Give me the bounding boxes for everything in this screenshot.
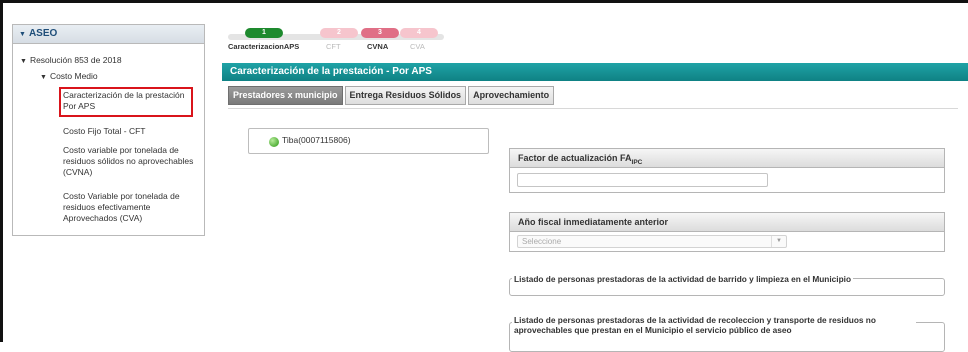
sidebar-item-cva[interactable]: Costo Variable por tonelada de residuos … [63,191,197,224]
step-label: CFT [326,42,341,51]
step-cvna[interactable]: 3 [361,28,399,38]
tab-aprovechamiento[interactable]: Aprovechamiento [468,86,555,105]
step-cft[interactable]: 2 [320,28,358,38]
step-label: CVA [410,42,425,51]
tab-entrega-residuos[interactable]: Entrega Residuos Sólidos [344,86,467,105]
factor-label: Factor de actualización FA [518,153,632,163]
factor-subscript: IPC [631,158,643,166]
tab-prestadores-municipio[interactable]: Prestadores x municipio [228,86,343,105]
chevron-down-icon: ▼ [771,236,786,247]
step-number: 1 [245,28,283,38]
sidebar-item-costo-medio[interactable]: ▼ Costo Medio [40,71,98,83]
sidebar-item-label: Resolución 853 de 2018 [29,55,122,65]
barrido-legend: Listado de personas prestadoras de la ac… [512,274,854,284]
step-number: 4 [400,28,438,38]
window-frame-left [0,0,3,342]
recoleccion-legend: Listado de personas prestadoras de la ac… [512,315,916,335]
tab-strip: Prestadores x municipio Entrega Residuos… [228,86,555,105]
sidebar-item-resolucion[interactable]: ▼ Resolución 853 de 2018 [20,55,122,67]
year-panel-header: Año fiscal inmediatamente anterior [510,213,944,232]
year-select-value: Seleccione [522,237,562,246]
factor-input[interactable] [517,173,768,187]
tree-node-tiba[interactable]: Tiba(0007115806) [282,135,351,145]
step-caracterizacion[interactable]: 1 [245,28,283,38]
selected-item-highlight [59,87,193,117]
factor-panel-header: Factor de actualización FAIPC [510,149,944,168]
step-number: 3 [361,28,399,38]
year-select[interactable]: Seleccione ▼ [517,235,787,248]
step-label: CaracterizacionAPS [228,42,300,51]
expand-triangle-icon: ▼ [40,74,47,81]
expand-triangle-icon: ▼ [19,31,26,38]
year-panel: Año fiscal inmediatamente anterior Selec… [509,212,945,252]
recoleccion-fieldset: Listado de personas prestadoras de la ac… [509,315,945,352]
divider [228,108,958,109]
green-circle-icon [269,137,279,147]
sidebar: ▼ ASEO ▼ Resolución 853 de 2018 ▼ Costo Med… [12,24,205,236]
step-label: CVNA [367,42,389,51]
barrido-fieldset: Listado de personas prestadoras de la ac… [509,274,945,296]
sidebar-header-label: ASEO [28,28,58,39]
municipio-tree: Tiba(0007115806) [248,128,489,154]
page-title: Caracterización de la prestación - Por A… [222,63,968,81]
sidebar-item-cvna[interactable]: Costo variable por tonelada de residuos … [63,145,197,178]
expand-triangle-icon: ▼ [20,58,27,65]
step-cva[interactable]: 4 [400,28,438,38]
sidebar-item-cft[interactable]: Costo Fijo Total - CFT [63,126,193,137]
sidebar-item-label: Costo Medio [49,71,98,81]
window-frame-top [0,0,968,3]
sidebar-header-aseo[interactable]: ▼ ASEO [13,25,204,44]
step-number: 2 [320,28,358,38]
factor-panel: Factor de actualización FAIPC [509,148,945,193]
